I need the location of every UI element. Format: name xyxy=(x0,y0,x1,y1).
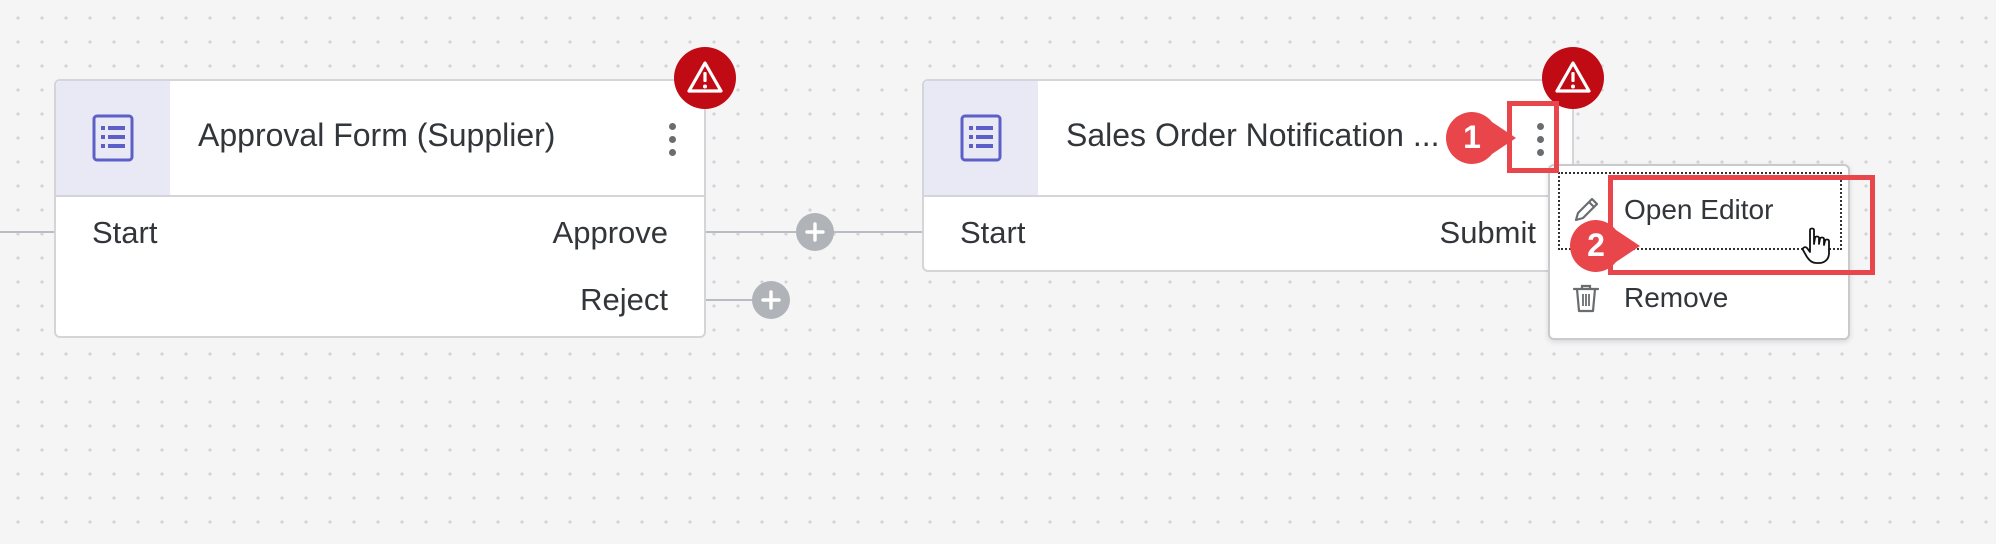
add-step-reject-button[interactable] xyxy=(752,281,790,319)
warning-icon[interactable] xyxy=(1542,47,1604,109)
form-icon xyxy=(924,81,1038,195)
node-title: Sales Order Notification ... xyxy=(1066,117,1440,153)
workflow-node-approval-form[interactable]: Approval Form (Supplier) Start Approve R… xyxy=(54,79,706,338)
port-submit[interactable]: Submit xyxy=(1440,215,1536,251)
port-start: Start xyxy=(960,215,1026,250)
node-header: Approval Form (Supplier) xyxy=(56,81,704,197)
plus-icon xyxy=(805,222,825,242)
highlight-box-open-editor xyxy=(1608,175,1875,275)
connector-reject xyxy=(704,299,754,301)
node-title: Approval Form (Supplier) xyxy=(198,117,556,153)
warning-icon[interactable] xyxy=(674,47,736,109)
trash-icon xyxy=(1572,284,1600,313)
step-number: 1 xyxy=(1463,119,1481,155)
port-approve[interactable]: Approve xyxy=(553,215,668,251)
port-reject[interactable]: Reject xyxy=(580,282,668,318)
port-start: Start xyxy=(92,215,158,250)
hand-cursor-icon xyxy=(1801,227,1830,264)
more-options-icon[interactable] xyxy=(660,115,684,163)
form-icon xyxy=(56,81,170,195)
step-number: 2 xyxy=(1587,227,1605,263)
menu-item-remove[interactable]: Remove xyxy=(1550,268,1848,328)
menu-item-label: Remove xyxy=(1624,282,1729,313)
add-step-approve-button[interactable] xyxy=(796,213,834,251)
plus-icon xyxy=(761,290,781,310)
incoming-connector xyxy=(0,231,54,233)
workflow-canvas[interactable]: Approval Form (Supplier) Start Approve R… xyxy=(0,0,1996,544)
